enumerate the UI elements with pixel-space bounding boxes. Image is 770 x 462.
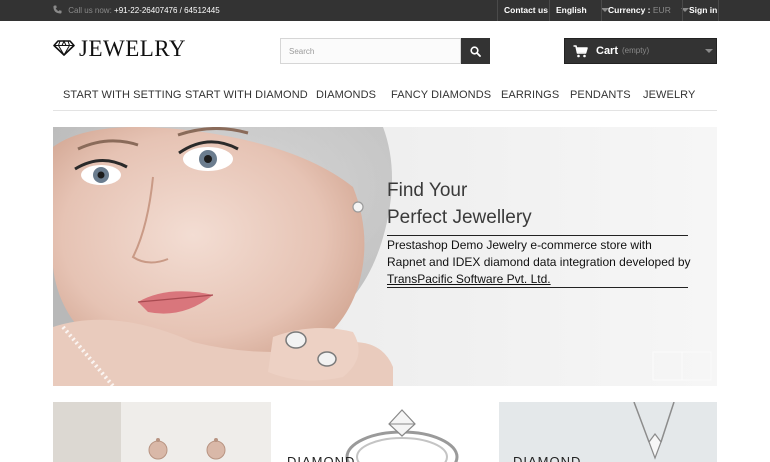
phone-icon	[53, 5, 62, 14]
banner-divider-bottom	[387, 287, 688, 288]
promo-tile-1[interactable]	[53, 402, 271, 462]
menu-item-start-with-setting[interactable]: START WITH SETTING	[63, 80, 182, 110]
cart-icon	[573, 45, 588, 58]
phone-prefix: Call us now:	[68, 6, 112, 15]
sign-in-label: Sign in	[689, 5, 718, 15]
banner-description: Prestashop Demo Jewelry e-commerce store…	[387, 237, 692, 288]
promo-tile-label: DIAMOND	[287, 454, 356, 462]
menu-item-jewelry[interactable]: JEWELRY	[643, 80, 695, 110]
logo-text: JEWELRY	[79, 36, 186, 61]
promo-tile-2[interactable]: DIAMOND	[277, 402, 493, 462]
top-bar: Call us now: +91-22-26407476 / 64512445 …	[0, 0, 770, 21]
menu-item-fancy-diamonds[interactable]: FANCY DIAMONDS	[391, 80, 491, 110]
banner-title-line1: Find Your	[387, 180, 468, 201]
language-label: English	[556, 5, 587, 15]
cart-status: (empty)	[622, 46, 650, 55]
main-menu: START WITH SETTING START WITH DIAMOND DI…	[53, 80, 717, 111]
pendant-image	[633, 402, 675, 460]
contact-us-link[interactable]: Contact us	[497, 0, 549, 21]
sign-in-link[interactable]: Sign in	[682, 0, 719, 21]
chevron-down-icon	[705, 49, 713, 53]
cart-label: Cart	[596, 45, 619, 57]
banner-description-text: Prestashop Demo Jewelry e-commerce store…	[387, 238, 691, 269]
banner-company-link[interactable]: TransPacific Software Pvt. Ltd.	[387, 272, 551, 286]
cart-button[interactable]: Cart (empty)	[564, 38, 717, 64]
currency-selector[interactable]: Currency : EUR	[601, 0, 690, 21]
currency-label: Currency :	[608, 5, 651, 15]
hero-banner[interactable]: Find Your Perfect Jewellery Prestashop D…	[53, 127, 717, 386]
menu-item-earrings[interactable]: EARRINGS	[501, 80, 559, 110]
search-button[interactable]	[461, 38, 490, 64]
promo-tile-label: DIAMOND	[513, 454, 582, 462]
menu-item-diamonds[interactable]: DIAMONDS	[316, 80, 376, 110]
diamond-logo-icon	[53, 40, 75, 56]
menu-item-start-with-diamond[interactable]: START WITH DIAMOND	[185, 80, 308, 110]
phone-info: Call us now: +91-22-26407476 / 64512445	[53, 0, 220, 21]
banner-divider-top	[387, 235, 688, 236]
phone-numbers: +91-22-26407476 / 64512445	[114, 6, 220, 15]
search-bar	[280, 38, 490, 64]
ring-image	[345, 409, 459, 462]
search-icon	[470, 45, 481, 57]
banner-title-line2: Perfect Jewellery	[387, 207, 532, 228]
promo-tile-3[interactable]: DIAMOND	[499, 402, 717, 462]
currency-value: EUR	[652, 5, 671, 15]
menu-item-pendants[interactable]: PENDANTS	[570, 80, 631, 110]
language-selector[interactable]: English	[549, 0, 610, 21]
contact-us-label: Contact us	[504, 5, 548, 15]
earrings-image	[53, 402, 271, 462]
search-input[interactable]	[280, 38, 461, 64]
